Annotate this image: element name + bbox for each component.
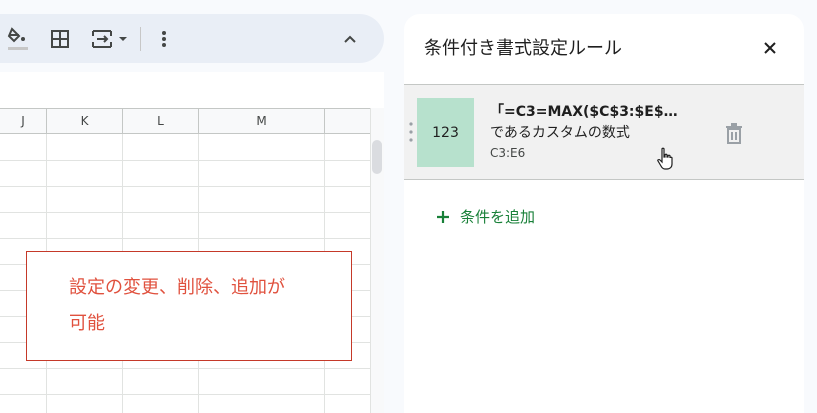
add-rule-label: 条件を追加 bbox=[460, 208, 536, 226]
borders-icon bbox=[51, 30, 69, 48]
grid-line bbox=[0, 160, 370, 161]
merge-cells-button[interactable] bbox=[86, 24, 134, 54]
rule-range: C3:E6 bbox=[490, 146, 526, 160]
collapse-toolbar-button[interactable] bbox=[336, 24, 364, 54]
column-header-k[interactable]: K bbox=[47, 109, 123, 133]
column-header-l[interactable]: L bbox=[123, 109, 199, 133]
more-options-button[interactable] bbox=[152, 24, 176, 54]
rule-description: であるカスタムの数式 bbox=[490, 125, 630, 141]
sheets-window: J K L M 設定の変更、削除、追加が 可能 条件付き書式設定ルール 123 … bbox=[0, 0, 817, 413]
grid-line bbox=[0, 394, 370, 395]
close-panel-button[interactable] bbox=[758, 36, 782, 60]
toolbar-divider bbox=[140, 27, 141, 51]
plus-icon bbox=[437, 210, 449, 223]
borders-button[interactable] bbox=[48, 24, 72, 54]
chevron-down-icon bbox=[119, 37, 127, 41]
rule-formula: 「=C3=MAX($C$3:$E$… bbox=[490, 104, 678, 120]
scrollbar-thumb[interactable] bbox=[372, 140, 382, 174]
rule-preview: 123 bbox=[417, 98, 474, 167]
callout-text: 設定の変更、削除、追加が 可能 bbox=[69, 277, 285, 334]
grid-line bbox=[0, 186, 370, 187]
hand-cursor-icon bbox=[657, 147, 673, 170]
annotation-callout: 設定の変更、削除、追加が 可能 bbox=[26, 251, 352, 361]
conditional-format-panel: 条件付き書式設定ルール 123 「=C3=MAX($C$3:$E$… であるカス… bbox=[404, 14, 804, 413]
close-icon bbox=[764, 42, 776, 54]
rule-item[interactable]: 123 「=C3=MAX($C$3:$E$… であるカスタムの数式 C3:E6 bbox=[404, 84, 804, 180]
column-header-j[interactable]: J bbox=[0, 109, 47, 133]
column-header-next[interactable] bbox=[325, 109, 370, 133]
merge-cells-icon bbox=[92, 30, 112, 48]
spreadsheet-grid[interactable]: J K L M bbox=[0, 72, 384, 413]
chevron-up-icon bbox=[344, 35, 356, 43]
grid-line bbox=[0, 212, 370, 213]
grid-line bbox=[0, 368, 370, 369]
drag-handle-icon[interactable] bbox=[407, 121, 415, 143]
add-rule-button[interactable]: 条件を追加 bbox=[436, 206, 535, 227]
panel-title: 条件付き書式設定ルール bbox=[424, 38, 622, 59]
toolbar bbox=[0, 14, 384, 63]
more-vert-icon bbox=[162, 31, 166, 47]
delete-rule-icon[interactable] bbox=[724, 123, 744, 145]
column-header-m[interactable]: M bbox=[199, 109, 325, 133]
fill-color-button[interactable] bbox=[4, 24, 32, 54]
column-header-row: J K L M bbox=[0, 108, 370, 134]
paint-bucket-icon bbox=[7, 27, 28, 50]
grid-line bbox=[0, 238, 370, 239]
